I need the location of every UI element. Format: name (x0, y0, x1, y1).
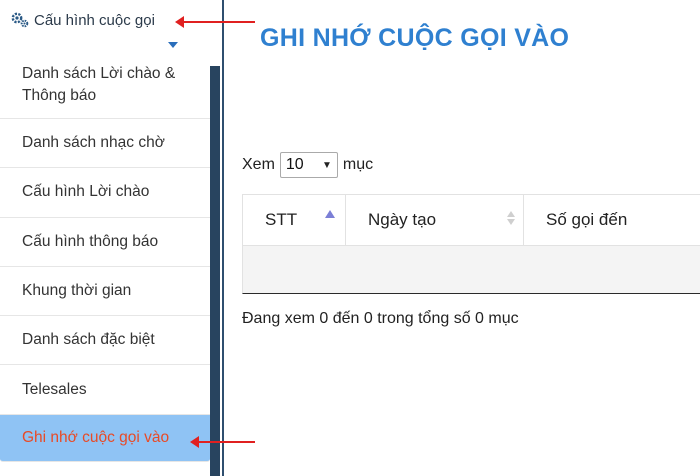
sort-icon (507, 211, 515, 225)
column-header-caller-number[interactable]: Số gọi đến (524, 195, 700, 245)
table-info: Đang xem 0 đến 0 trong tổng số 0 mục (242, 310, 519, 327)
chevron-down-icon[interactable] (168, 42, 178, 48)
page-title: GHI NHỚ CUỘC GỌI VÀO (260, 24, 570, 52)
column-header-stt[interactable]: STT (242, 195, 346, 245)
table-header: STT Ngày tạo Số gọi đến (242, 195, 700, 246)
sidebar-item-telesales[interactable]: Telesales (0, 365, 210, 415)
column-label: STT (265, 210, 298, 229)
length-prefix: Xem (242, 156, 275, 173)
page-length-value: 10 (285, 156, 304, 173)
sidebar: Cấu hình cuộc gọi Danh sách Lời chào & T… (0, 0, 222, 476)
sidebar-item-incoming-call-log[interactable]: Ghi nhớ cuộc gọi vào (0, 414, 210, 462)
sort-ascending-icon (325, 210, 335, 218)
sidebar-item-label: Cấu hình Lời chào (22, 183, 150, 201)
sidebar-item-greeting-config[interactable]: Cấu hình Lời chào (0, 168, 210, 218)
sidebar-menu: Danh sách Lời chào & Thông báo Danh sách… (0, 52, 210, 462)
main-content: GHI NHỚ CUỘC GỌI VÀO Xem 10 ▼ mục STT Ng… (224, 0, 700, 476)
call-log-table: STT Ngày tạo Số gọi đến (242, 194, 700, 294)
sidebar-item-label: Danh sách đặc biệt (22, 331, 155, 349)
sidebar-item-label: Ghi nhớ cuộc gọi vào (22, 428, 170, 446)
column-label: Ngày tạo (368, 210, 437, 229)
sidebar-item-time-frame[interactable]: Khung thời gian (0, 267, 210, 317)
sidebar-item-label: Danh sách nhạc chờ (22, 134, 165, 152)
sidebar-item-hold-music[interactable]: Danh sách nhạc chờ (0, 119, 210, 169)
sidebar-header-label: Cấu hình cuộc gọi (34, 11, 155, 29)
caret-down-icon: ▼ (322, 159, 332, 171)
column-label: Số gọi đến (546, 210, 628, 229)
sidebar-item-label: Telesales (22, 380, 87, 398)
sidebar-item-notification-config[interactable]: Cấu hình thông báo (0, 218, 210, 267)
column-header-created-date[interactable]: Ngày tạo (346, 195, 524, 245)
page-length-select[interactable]: 10 ▼ (279, 152, 338, 178)
sidebar-item-label: Khung thời gian (22, 282, 132, 300)
sidebar-item-greetings-list[interactable]: Danh sách Lời chào & Thông báo (0, 52, 210, 119)
page-length-control: Xem 10 ▼ mục (242, 152, 373, 178)
length-suffix: mục (342, 156, 374, 173)
sidebar-item-special-list[interactable]: Danh sách đặc biệt (0, 316, 210, 366)
sidebar-item-label: Cấu hình thông báo (22, 232, 159, 250)
sidebar-scrollbar[interactable] (210, 66, 220, 476)
table-empty-row (242, 246, 700, 294)
gear-icon (10, 10, 30, 30)
sidebar-item-label: Danh sách Lời chào & Thông báo (22, 65, 176, 104)
